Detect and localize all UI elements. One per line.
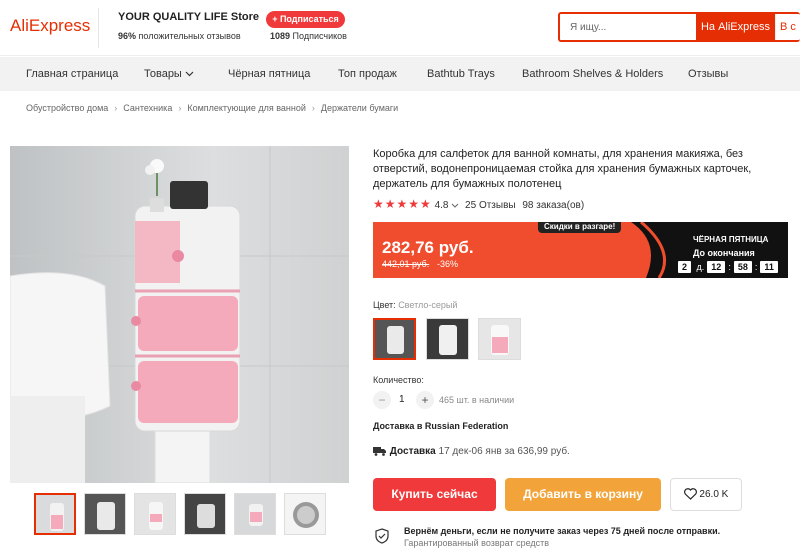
countdown-minutes: 58 bbox=[733, 261, 752, 273]
search-bar: На AliExpress В с bbox=[558, 12, 800, 42]
days-unit: д. bbox=[696, 262, 705, 272]
rating-stars-icon: ★★★★★ bbox=[373, 197, 432, 211]
search-store-button[interactable]: В с bbox=[775, 14, 800, 40]
positive-pct: 96% bbox=[118, 31, 137, 41]
countdown-days: 2 bbox=[678, 261, 692, 273]
countdown-label: До окончания bbox=[693, 248, 755, 258]
shield-check-icon bbox=[375, 528, 389, 544]
header: AliExpress YOUR QUALITY LIFE Store + Под… bbox=[0, 0, 800, 56]
store-nav: Главная страница Товары Чёрная пятница Т… bbox=[0, 57, 800, 91]
product-title: Коробка для салфеток для ванной комнаты,… bbox=[373, 148, 752, 190]
guarantee-subtext: Гарантированный возврат средств bbox=[404, 538, 550, 548]
nav-bathroom-shelves[interactable]: Bathroom Shelves & Holders bbox=[522, 68, 663, 80]
thumbnail[interactable] bbox=[34, 493, 76, 535]
countdown-hours: 12 bbox=[707, 261, 726, 273]
positive-label: положительных отзывов bbox=[138, 31, 241, 41]
promo-banner: Скидки в разгаре! 282,76 руб. 442,01 руб… bbox=[373, 222, 788, 278]
delivery-info: Доставка 17 дек-06 янв за 636,99 руб. bbox=[373, 446, 570, 457]
store-name[interactable]: YOUR QUALITY LIFE Store bbox=[118, 11, 259, 23]
thumbnail[interactable] bbox=[234, 493, 276, 535]
color-label: Цвет: Светло-серый bbox=[373, 300, 457, 310]
positive-feedback: 96% положительных отзывов bbox=[118, 31, 241, 41]
discount-badge: -36% bbox=[437, 259, 459, 269]
nav-home[interactable]: Главная страница bbox=[26, 68, 118, 80]
orders-count: 98 заказа(ов) bbox=[522, 200, 585, 211]
quantity-value[interactable]: 1 bbox=[399, 394, 405, 405]
nav-black-friday[interactable]: Чёрная пятница bbox=[228, 68, 310, 80]
quantity-plus-button[interactable]: + bbox=[416, 391, 434, 409]
chevron-right-icon: › bbox=[311, 103, 315, 113]
breadcrumb: Обустройство дома › Сантехника › Комплектующ… bbox=[26, 103, 398, 113]
breadcrumb-item[interactable]: Комплектующие для ванной bbox=[187, 103, 306, 113]
header-divider bbox=[98, 8, 99, 48]
nav-reviews[interactable]: Отзывы bbox=[688, 68, 728, 80]
color-label-text: Цвет: bbox=[373, 300, 396, 310]
old-price: 442,01 руб. bbox=[382, 259, 430, 269]
thumbnail[interactable] bbox=[134, 493, 176, 535]
color-swatch[interactable] bbox=[426, 318, 469, 360]
delivery-label: Доставка bbox=[389, 446, 436, 457]
breadcrumb-item[interactable]: Сантехника bbox=[123, 103, 172, 113]
black-friday-label: ЧЁРНАЯ ПЯТНИЦА bbox=[693, 235, 769, 244]
nav-products[interactable]: Товары bbox=[144, 68, 194, 80]
color-value: Светло-серый bbox=[398, 300, 458, 310]
main-product-image[interactable] bbox=[10, 146, 349, 483]
subscribers-count: 1089 bbox=[270, 31, 291, 41]
breadcrumb-item[interactable]: Держатели бумаги bbox=[321, 103, 398, 113]
thumbnail[interactable] bbox=[84, 493, 126, 535]
countdown-seconds: 11 bbox=[760, 261, 778, 273]
rating-row: ★★★★★ 4.8 25 Отзывы 98 заказа(ов) bbox=[373, 197, 584, 211]
color-swatch[interactable] bbox=[373, 318, 416, 360]
current-price: 282,76 руб. bbox=[382, 238, 474, 257]
chevron-down-icon[interactable] bbox=[451, 203, 459, 208]
rating-value: 4.8 bbox=[434, 200, 449, 211]
thumbnail[interactable] bbox=[184, 493, 226, 535]
delivery-destination[interactable]: Доставка в Russian Federation bbox=[373, 421, 508, 431]
wishlist-count: 26.0 K bbox=[699, 489, 729, 500]
quantity-label: Количество: bbox=[373, 375, 424, 385]
chevron-down-icon bbox=[185, 71, 194, 77]
truck-icon bbox=[373, 447, 386, 457]
nav-products-label: Товары bbox=[144, 68, 182, 80]
buy-now-button[interactable]: Купить сейчас bbox=[373, 478, 496, 511]
wishlist-button[interactable]: 26.0 K bbox=[670, 478, 742, 511]
subscribers: 1089 Подписчиков bbox=[270, 31, 347, 41]
subscribers-label: Подписчиков bbox=[292, 31, 347, 41]
sale-tag: Скидки в разгаре! bbox=[538, 222, 622, 233]
stock-count: 465 шт. в наличии bbox=[439, 395, 515, 405]
heart-icon bbox=[683, 488, 697, 501]
breadcrumb-item[interactable]: Обустройство дома bbox=[26, 103, 108, 113]
aliexpress-logo[interactable]: AliExpress bbox=[10, 16, 90, 36]
reviews-count[interactable]: 25 Отзывы bbox=[465, 200, 516, 211]
nav-bathtub-trays[interactable]: Bathtub Trays bbox=[427, 68, 495, 80]
search-input[interactable] bbox=[560, 14, 696, 40]
chevron-right-icon: › bbox=[114, 103, 118, 113]
subscribe-button[interactable]: + Подписаться bbox=[266, 11, 345, 28]
countdown-timer: 2 д. 12:58:11 bbox=[678, 261, 778, 273]
add-to-cart-button[interactable]: Добавить в корзину bbox=[505, 478, 661, 511]
delivery-details: 17 дек-06 янв за 636,99 руб. bbox=[438, 446, 570, 457]
nav-top-sales[interactable]: Топ продаж bbox=[338, 68, 397, 80]
color-swatch[interactable] bbox=[478, 318, 521, 360]
thumbnail[interactable] bbox=[284, 493, 326, 535]
guarantee-text: Вернём деньги, если не получите заказ че… bbox=[404, 526, 721, 536]
quantity-minus-button[interactable]: − bbox=[373, 391, 391, 409]
chevron-right-icon: › bbox=[178, 103, 182, 113]
search-aliexpress-button[interactable]: На AliExpress bbox=[696, 14, 775, 40]
